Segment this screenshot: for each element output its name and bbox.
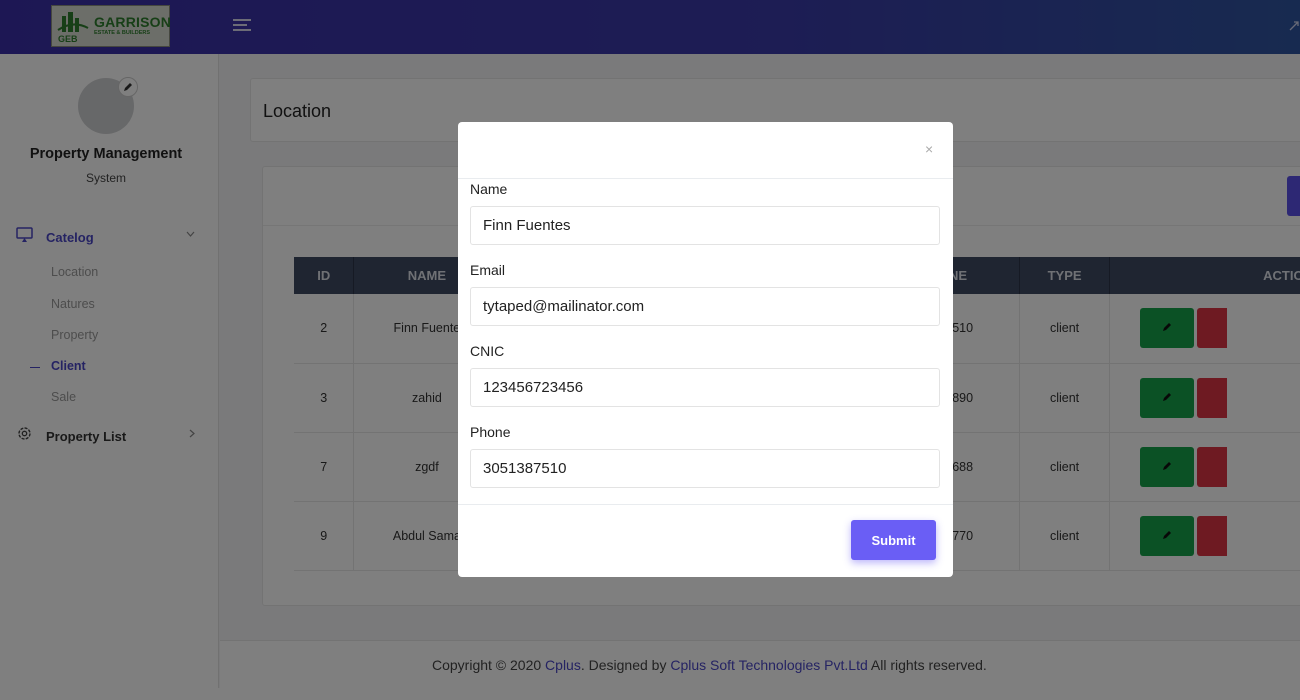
email-label: Email bbox=[470, 262, 506, 278]
close-icon[interactable]: × bbox=[925, 141, 933, 157]
cnic-input[interactable] bbox=[470, 368, 940, 407]
name-input[interactable] bbox=[470, 206, 940, 245]
cnic-label: CNIC bbox=[470, 343, 505, 359]
phone-label: Phone bbox=[470, 424, 511, 440]
phone-input[interactable] bbox=[470, 449, 940, 488]
name-label: Name bbox=[470, 181, 508, 197]
edit-client-modal: × Name Email CNIC Phone Submit bbox=[458, 122, 953, 577]
email-input[interactable] bbox=[470, 287, 940, 326]
submit-button[interactable]: Submit bbox=[851, 520, 936, 560]
